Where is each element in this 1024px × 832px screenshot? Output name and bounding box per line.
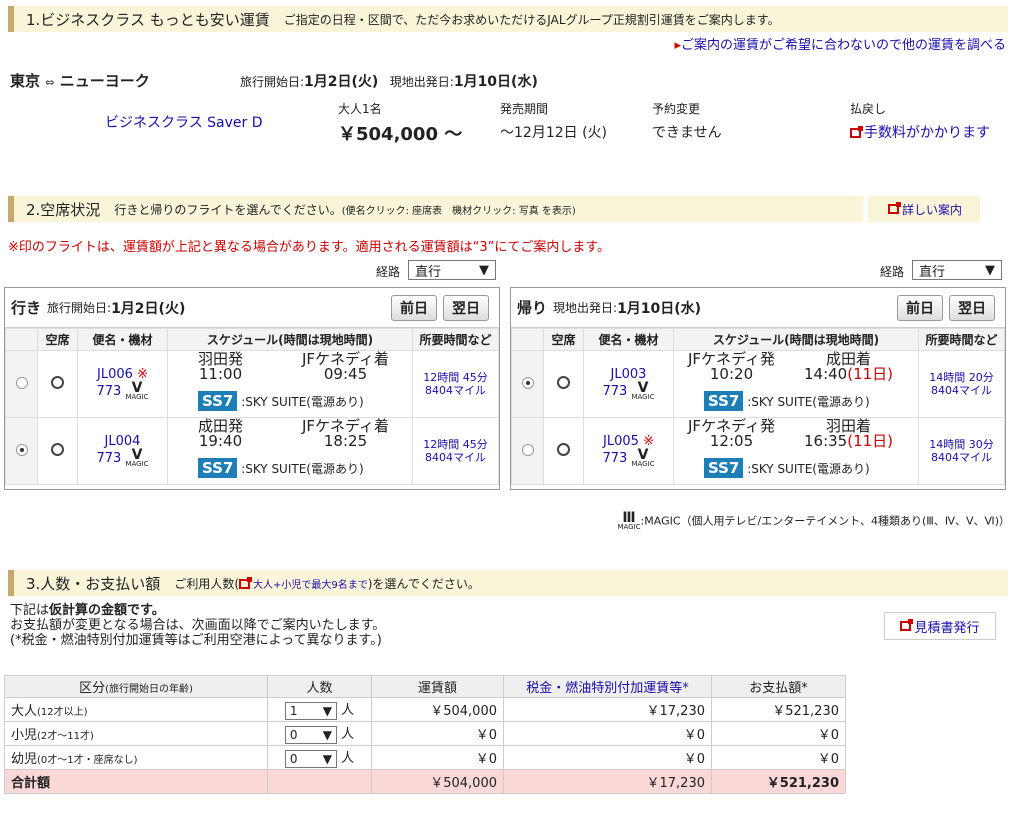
external-window-icon — [850, 126, 863, 138]
aircraft-type[interactable]: 773 — [602, 384, 627, 399]
next-day-button[interactable]: 翌日 — [949, 295, 995, 321]
payment-notes: 下記は仮計算の金額です。 お支払額が変更となる場合は、次画面以降でご案内いたしま… — [10, 603, 386, 648]
dropdown-arrow-icon: ▼ — [322, 727, 332, 742]
fare-notice: ※印のフライトは、運賃額が上記と異なる場合があります。適用される運賃額は“3”に… — [8, 240, 611, 255]
magic-legend: Ⅲ MAGIC:MAGIC（個人用テレビ/エンターテイメント、4種類あり(Ⅲ、Ⅳ、… — [617, 510, 1010, 531]
dropdown-arrow-icon: ▼ — [322, 703, 332, 718]
magic-icon: Ⅴ MAGIC — [125, 447, 149, 468]
prev-day-button[interactable]: 前日 — [897, 295, 943, 321]
change-value: できません — [652, 125, 722, 141]
magic-icon: Ⅴ MAGIC — [631, 380, 655, 401]
sale-value: ～12月12日 (火) — [500, 125, 608, 141]
infant-count-select[interactable]: 0 ▼ — [284, 749, 337, 768]
aircraft-type[interactable]: 773 — [96, 451, 121, 466]
refund-label: 払戻し — [850, 102, 887, 116]
section1-title: 1.ビジネスクラス もっとも安い運賃 — [26, 10, 270, 29]
next-day-button[interactable]: 翌日 — [443, 295, 489, 321]
inbound-panel: 帰り 現地出発日: 1月10日(水) 前日 翌日 空席 便名・機材 スケジュール(… — [510, 287, 1006, 490]
section3-title: 3.人数・お支払い額 — [26, 574, 161, 593]
section2-header: 2.空席状況 行きと帰りのフライトを選んでください。 (便名クリック: 座席表 … — [8, 196, 863, 222]
magic-icon: Ⅴ MAGIC — [125, 380, 149, 401]
seat-map-radio[interactable] — [557, 376, 570, 389]
route-select-outbound[interactable]: 直行 ▼ — [408, 260, 496, 280]
flight-number[interactable]: JL006 — [97, 367, 133, 382]
select-radio[interactable] — [15, 443, 28, 456]
section1-header: 1.ビジネスクラス もっとも安い運賃 ご指定の日程・区間で、ただ今お求めいただけ… — [8, 6, 1008, 32]
select-radio[interactable] — [15, 376, 28, 389]
pax-label: 大人1名 — [338, 102, 382, 116]
flight-number[interactable]: JL005 — [603, 434, 639, 449]
route-select-label-out: 経路 — [376, 265, 401, 279]
payment-row: 小児(2才～11才) 0 ▼ 人 ￥0 ￥0 ￥0 — [4, 721, 846, 746]
estimate-button[interactable]: 見積書発行 — [884, 612, 996, 640]
payment-table: 区分(旅行開始日の年齢) 人数 運賃額 税金・燃油特別付加運賃等* お支払額* … — [4, 675, 846, 794]
payment-row: 大人(12才以上) 1 ▼ 人 ￥504,000 ￥17,230 ￥521,230 — [4, 697, 846, 722]
sale-label: 発売期間 — [500, 102, 549, 116]
section3-header: 3.人数・お支払い額 ご利用人数( 大人+小児で最大9名まで )を選んでください… — [8, 570, 1008, 596]
external-window-icon — [239, 576, 252, 589]
outbound-panel: 行き 旅行開始日: 1月2日(火) 前日 翌日 空席 便名・機材 スケジュール(時… — [4, 287, 500, 490]
total-row: 合計額 ￥504,000 ￥17,230 ￥521,230 — [4, 769, 846, 794]
section2-title: 2.空席状況 — [26, 200, 101, 219]
seat-map-radio[interactable] — [51, 376, 64, 389]
flight-row: JL003 773 Ⅴ MAGIC JFケネディ発 10:20 成田着 14:40(1… — [511, 350, 1005, 418]
select-radio[interactable] — [521, 443, 534, 456]
payment-row: 幼児(0才～1才・座席なし) 0 ▼ 人 ￥0 ￥0 ￥0 — [4, 745, 846, 770]
ss7-badge: SS7 — [704, 458, 744, 478]
magic-icon: Ⅲ MAGIC — [617, 510, 641, 531]
ss7-badge: SS7 — [198, 458, 238, 478]
external-window-icon — [900, 619, 914, 631]
route-dates: 旅行開始日:1月2日(火) 現地出発日:1月10日(水) — [240, 74, 538, 90]
flight-row: JL004 773 Ⅴ MAGIC 成田発 19:40 JFケネディ着 18:25 S… — [5, 417, 499, 485]
dropdown-arrow-icon: ▼ — [322, 751, 332, 766]
flight-row: JL006 ※ 773 Ⅴ MAGIC 羽田発 11:00 JFケネディ着 09:45… — [5, 350, 499, 418]
seat-map-radio[interactable] — [557, 443, 570, 456]
dropdown-arrow-icon: ▼ — [479, 262, 489, 278]
prev-day-button[interactable]: 前日 — [391, 295, 437, 321]
ss7-badge: SS7 — [198, 391, 238, 411]
roundtrip-icon: ⇔ — [45, 76, 55, 89]
route-select-inbound[interactable]: 直行 ▼ — [912, 260, 1002, 280]
adult-count-select[interactable]: 1 ▼ — [284, 701, 337, 720]
route-select-label-in: 経路 — [880, 265, 905, 279]
child-count-select[interactable]: 0 ▼ — [284, 725, 337, 744]
other-fares-link[interactable]: ▸ご案内の運賃がご希望に合わないので他の運賃を調べる — [674, 34, 1006, 53]
ss7-badge: SS7 — [704, 391, 744, 411]
fare-name[interactable]: ビジネスクラス Saver D — [105, 112, 263, 132]
select-radio[interactable] — [521, 376, 534, 389]
magic-icon: Ⅴ MAGIC — [631, 447, 655, 468]
max-passengers-link[interactable]: 大人+小児で最大9名まで — [239, 576, 368, 591]
section1-desc: ご指定の日程・区間で、ただ今お求めいただけるJALグループ正規割引運賃をご案内し… — [283, 12, 780, 27]
fare-price: ￥504,000 ～ — [338, 124, 463, 145]
flight-row: JL005 ※ 773 Ⅴ MAGIC JFケネディ発 12:05 羽田着 16:35… — [511, 417, 1005, 485]
aircraft-type[interactable]: 773 — [602, 451, 627, 466]
detail-link[interactable]: 詳しい案内 — [868, 196, 980, 222]
route: 東京 ⇔ ニューヨーク — [10, 72, 150, 90]
change-label: 予約変更 — [652, 102, 701, 116]
refund-link[interactable]: 手数料がかかります — [850, 122, 990, 142]
dropdown-arrow-icon: ▼ — [985, 262, 995, 278]
external-window-icon — [888, 202, 901, 214]
aircraft-type[interactable]: 773 — [96, 384, 121, 399]
seat-map-radio[interactable] — [51, 443, 64, 456]
